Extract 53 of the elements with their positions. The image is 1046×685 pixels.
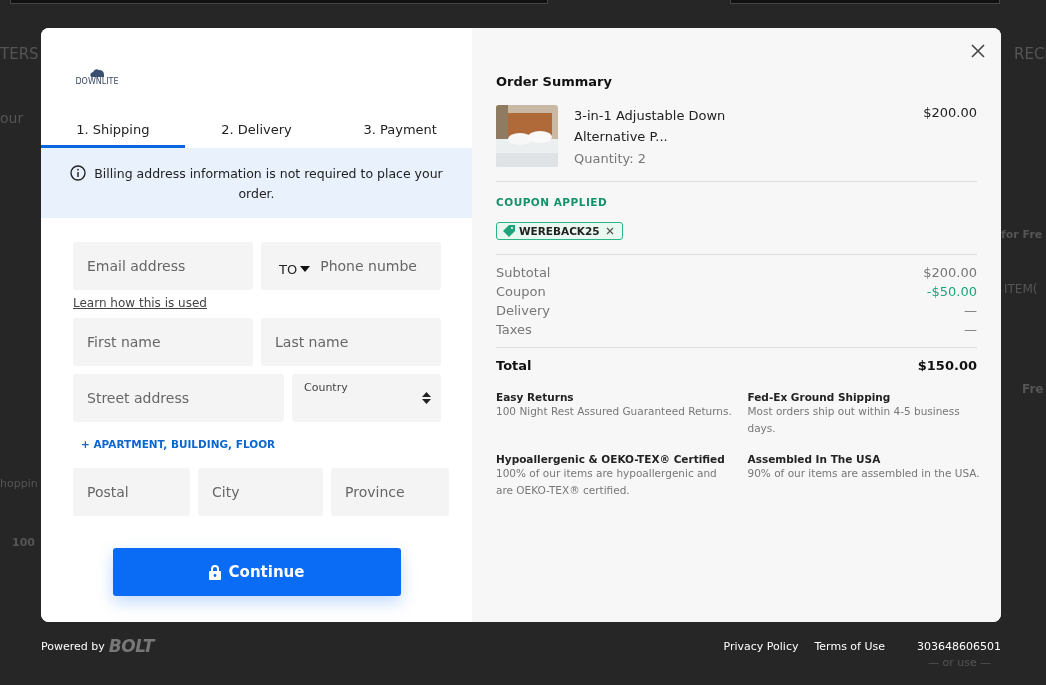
summary-value: -$50.00 [926, 284, 977, 299]
summary-value: $200.00 [923, 265, 977, 280]
step-tab[interactable]: 2. Delivery [184, 118, 329, 148]
sort-icon [422, 391, 431, 405]
close-button[interactable] [969, 42, 987, 60]
summary-label: Taxes [496, 322, 532, 337]
continue-button[interactable]: Continue [112, 548, 401, 596]
apartment-link[interactable]: + APARTMENT, BUILDING, FLOOR [73, 430, 284, 460]
feature-title: Easy Returns [496, 391, 575, 403]
summary-label: Subtotal [496, 265, 551, 280]
feature-text: 100% of our items are hypoallergenic and are OEKO-TEX® certified. [496, 466, 718, 498]
brand-logo: DOWNLITE [75, 68, 119, 118]
tag-icon [503, 225, 515, 237]
postal-field[interactable]: Postal [73, 468, 190, 516]
first-name-field[interactable]: First name [73, 318, 253, 366]
summary-value: — [964, 303, 977, 318]
feature-title: Assembled In The USA [747, 453, 882, 465]
feature-title: Fed-Ex Ground Shipping [747, 391, 892, 403]
total-value: $150.00 [917, 358, 977, 373]
brand-logo: BOLT [108, 636, 154, 656]
lock-icon [208, 564, 221, 580]
country-select[interactable]: Country [292, 374, 441, 422]
feature-text: 90% of our items are assembled in the USA. [747, 466, 981, 481]
feature-title: Hypoallergenic & OEKO-TEX® Certified [496, 453, 726, 465]
caret-icon [300, 266, 311, 272]
cloud-icon [89, 68, 105, 77]
summary-value: — [964, 322, 977, 337]
item-price: $200.00 [923, 105, 977, 122]
last-name-field[interactable]: Last name [261, 318, 441, 366]
total-label: Total [496, 358, 532, 373]
step-tab[interactable]: 3. Payment [328, 118, 472, 148]
street-address-field[interactable]: Street address [73, 374, 284, 422]
footer-link[interactable]: Terms of Use [814, 639, 885, 653]
province-field[interactable]: Province [331, 468, 449, 516]
city-field[interactable]: City [198, 468, 323, 516]
feature-text: Most orders ship out within 4-5 business days. [747, 404, 961, 436]
powered-by-text: Powered by [41, 639, 105, 653]
feature-text: 100 Night Rest Assured Guaranteed Returns. [496, 404, 733, 419]
summary-label: Delivery [496, 303, 550, 318]
quantity-text: Quantity: 2 [574, 151, 647, 166]
coupon-heading: COUPON APPLIED [496, 196, 609, 208]
coupon-chip: WEREBACK25 [496, 222, 623, 240]
footer-link[interactable]: Privacy Policy [723, 639, 799, 653]
email-field[interactable]: Email address [73, 242, 253, 290]
info-notice: Billing address information is not required to place your order. [55, 164, 458, 204]
product-name: 3-in-1 Adjustable Down Alternative P... [574, 107, 727, 146]
learn-link[interactable]: Learn how this is used [73, 296, 207, 310]
summary-title: Order Summary [496, 74, 613, 89]
phone-field[interactable]: TO Phone numbe [261, 242, 441, 290]
info-icon [70, 165, 87, 181]
reference-number: 303648606501 [917, 639, 1001, 653]
summary-label: Coupon [496, 284, 546, 299]
country-code-dropdown[interactable]: TO [279, 255, 311, 277]
